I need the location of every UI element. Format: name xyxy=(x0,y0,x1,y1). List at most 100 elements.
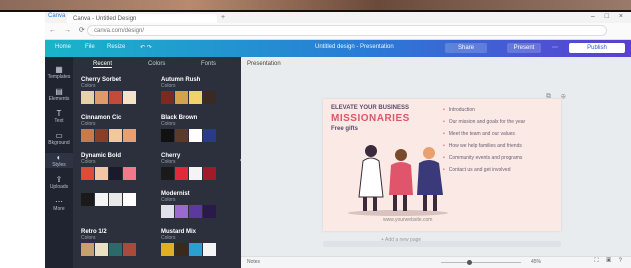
color-swatch[interactable] xyxy=(175,129,188,142)
color-palette[interactable]: Mustard Mix Colors xyxy=(161,229,231,256)
bullet-item[interactable]: Our mission and goals for the year xyxy=(443,119,555,125)
color-swatch[interactable] xyxy=(109,167,122,180)
color-swatch[interactable] xyxy=(95,243,108,256)
file-menu[interactable]: File xyxy=(85,44,95,50)
color-swatch[interactable] xyxy=(203,91,216,104)
bullet-item[interactable]: Introduction xyxy=(443,107,555,113)
color-palette[interactable]: Cinnamon Cic Colors xyxy=(81,115,151,142)
color-swatch[interactable] xyxy=(81,91,94,104)
home-button[interactable]: Home xyxy=(55,44,71,50)
color-swatch[interactable] xyxy=(189,205,202,218)
zoom-level[interactable]: 45% xyxy=(531,259,541,265)
color-palette[interactable]: Modernist Colors xyxy=(161,191,231,218)
color-swatch[interactable] xyxy=(203,167,216,180)
bullet-item[interactable]: Community events and programs xyxy=(443,155,555,161)
color-swatch[interactable] xyxy=(189,243,202,256)
bullet-item[interactable]: How we help families and friends xyxy=(443,143,555,149)
color-palette[interactable]: Cherry Sorbet Colors xyxy=(81,77,151,104)
color-swatch[interactable] xyxy=(161,205,174,218)
present-button[interactable]: Present xyxy=(507,43,541,53)
zoom-slider[interactable] xyxy=(441,262,521,263)
slide-subtitle[interactable]: Free gifts xyxy=(331,126,358,132)
rail-item[interactable]: ◐ Styles xyxy=(45,153,73,168)
zoom-slider-knob[interactable] xyxy=(467,260,472,265)
color-swatch[interactable] xyxy=(203,129,216,142)
rail-item[interactable]: ▦ Templates xyxy=(45,65,73,80)
color-swatch[interactable] xyxy=(161,167,174,180)
color-swatch[interactable] xyxy=(123,129,136,142)
url-input[interactable]: canva.com/design/ xyxy=(87,25,607,36)
slide-title[interactable]: MISSIONARIES xyxy=(331,113,410,124)
rail-item[interactable]: T Text xyxy=(45,109,73,124)
rail-label: Styles xyxy=(52,162,66,168)
rail-icon: ⋯ xyxy=(55,197,63,206)
color-swatch[interactable] xyxy=(81,193,94,206)
figure-head xyxy=(395,149,407,161)
view-controls-icon[interactable]: ⛶ ▣ ? xyxy=(594,258,625,265)
color-swatch[interactable] xyxy=(109,193,122,206)
color-swatch[interactable] xyxy=(81,243,94,256)
color-swatch[interactable] xyxy=(81,167,94,180)
browser-tab[interactable]: Canva - Untitled Design xyxy=(67,14,217,23)
color-palette[interactable]: Dynamic Bold Colors xyxy=(81,153,151,180)
rail-item[interactable]: ⋯ More xyxy=(45,197,73,212)
color-swatch[interactable] xyxy=(203,205,216,218)
notes-button[interactable]: Notes xyxy=(247,259,260,265)
color-swatch[interactable] xyxy=(95,167,108,180)
color-swatch[interactable] xyxy=(95,91,108,104)
people-illustration[interactable] xyxy=(343,139,453,217)
color-palette[interactable]: Autumn Rush Colors xyxy=(161,77,231,104)
bullet-item[interactable]: Contact us and get involved xyxy=(443,167,555,173)
color-swatch[interactable] xyxy=(109,129,122,142)
swatch-row xyxy=(161,91,231,104)
rail-item[interactable]: ▭ Bkground xyxy=(45,131,73,146)
undo-redo-icon[interactable]: ↶ ↷ xyxy=(140,44,152,51)
publish-button[interactable]: Publish xyxy=(569,43,625,53)
color-swatch[interactable] xyxy=(189,129,202,142)
color-palette[interactable]: Black Brown Colors xyxy=(161,115,231,142)
rail-item[interactable]: ⇪ Uploads xyxy=(45,175,73,190)
window-controls[interactable]: – □ × xyxy=(591,13,627,20)
color-swatch[interactable] xyxy=(161,243,174,256)
color-swatch[interactable] xyxy=(95,129,108,142)
color-palette[interactable]: Retro 1/2 Colors xyxy=(81,229,151,256)
color-swatch[interactable] xyxy=(175,243,188,256)
color-swatch[interactable] xyxy=(203,243,216,256)
color-swatch[interactable] xyxy=(189,91,202,104)
tab-colors[interactable]: Colors xyxy=(148,61,165,67)
figure-body xyxy=(417,160,443,195)
tab-fonts[interactable]: Fonts xyxy=(201,61,216,67)
slide-bullet-list[interactable]: Introduction Our mission and goals for th… xyxy=(443,107,555,179)
color-swatch[interactable] xyxy=(161,129,174,142)
color-swatch[interactable] xyxy=(189,167,202,180)
design-title[interactable]: Untitled design - Presentation xyxy=(315,44,394,50)
bullet-item[interactable]: Meet the team and our values xyxy=(443,131,555,137)
color-palette[interactable]: Cherry Colors xyxy=(161,153,231,180)
color-swatch[interactable] xyxy=(123,167,136,180)
add-page-button[interactable] xyxy=(323,241,561,247)
rail-item[interactable]: ▤ Elements xyxy=(45,87,73,102)
color-swatch[interactable] xyxy=(123,193,136,206)
color-swatch[interactable] xyxy=(95,193,108,206)
color-swatch[interactable] xyxy=(109,91,122,104)
add-page-label[interactable]: + Add a new page xyxy=(381,237,421,243)
color-swatch[interactable] xyxy=(161,91,174,104)
slide-footer[interactable]: www.yourwebsite.com xyxy=(383,217,432,223)
color-swatch[interactable] xyxy=(123,243,136,256)
new-tab-button[interactable]: + xyxy=(221,14,225,21)
color-swatch[interactable] xyxy=(175,91,188,104)
palette-subtitle: Colors xyxy=(81,83,96,89)
resize-button[interactable]: Resize xyxy=(107,44,125,50)
nav-arrows-icon[interactable]: ← → ⟳ xyxy=(49,26,88,34)
slide-pretitle[interactable]: ELEVATE YOUR BUSINESS xyxy=(331,105,409,111)
color-swatch[interactable] xyxy=(81,129,94,142)
color-palette[interactable] xyxy=(81,191,151,206)
color-swatch[interactable] xyxy=(109,243,122,256)
color-swatch[interactable] xyxy=(123,91,136,104)
tab-recent[interactable]: Recent xyxy=(93,61,113,68)
color-swatch[interactable] xyxy=(175,205,188,218)
slide-canvas[interactable]: ELEVATE YOUR BUSINESS MISSIONARIES Free … xyxy=(323,99,561,231)
more-icon[interactable]: ⋯ xyxy=(548,43,562,53)
share-button[interactable]: Share xyxy=(445,43,487,53)
color-swatch[interactable] xyxy=(175,167,188,180)
